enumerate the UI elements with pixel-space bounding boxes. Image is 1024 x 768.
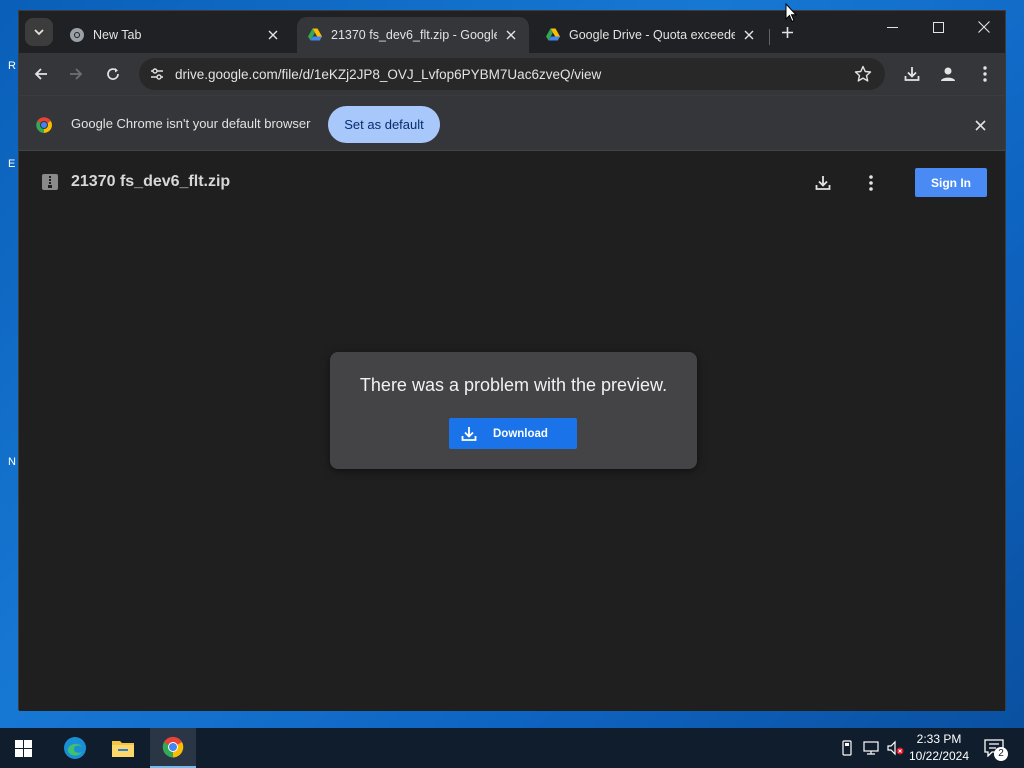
tab-search-button[interactable] [25,18,53,46]
file-name: 21370 fs_dev6_flt.zip [71,173,231,190]
download-button-label: Download [493,427,548,440]
chevron-down-icon [34,29,44,36]
kebab-menu-icon [983,66,987,82]
site-info-icon[interactable] [141,58,173,90]
system-clock[interactable]: 2:33 PM 10/22/2024 [906,731,972,765]
tab-title: 21370 fs_dev6_flt.zip - Google Drive [331,28,497,42]
back-button[interactable] [27,60,55,88]
clock-time: 2:33 PM [916,732,962,746]
chrome-icon [162,736,184,758]
url-text[interactable]: drive.google.com/file/d/1eKZj2JP8_OVJ_Lv… [175,67,601,82]
kebab-menu-icon [869,175,873,191]
tab-divider [769,29,770,45]
taskbar-file-explorer[interactable] [100,728,146,768]
sign-in-button[interactable]: Sign In [915,168,987,197]
new-tab-button[interactable] [776,21,798,43]
address-bar[interactable]: drive.google.com/file/d/1eKZj2JP8_OVJ_Lv… [139,58,885,90]
tab-quota-exceeded[interactable]: Google Drive - Quota exceeded [535,17,767,53]
chrome-icon [70,28,84,42]
desktop-icon-label: E [8,158,16,170]
forward-button[interactable] [62,60,90,88]
usb-device-icon[interactable] [838,739,856,757]
mouse-cursor-icon [785,3,797,23]
reload-button[interactable] [99,60,127,88]
tab-drive-file[interactable]: 21370 fs_dev6_flt.zip - Google Drive [297,17,529,53]
drive-header: 21370 fs_dev6_flt.zip Sign In [19,151,1005,215]
close-icon[interactable] [265,27,281,43]
windows-logo-icon [14,739,32,757]
set-as-default-button[interactable]: Set as default [328,106,440,143]
start-button[interactable] [0,728,46,768]
preview-error-message: There was a problem with the preview. [359,375,668,395]
close-icon[interactable] [971,116,989,134]
reload-icon [107,68,119,80]
edge-icon [64,737,86,759]
tab-title: Google Drive - Quota exceeded [569,28,735,42]
minimize-icon [886,26,898,28]
tab-title: New Tab [93,28,142,42]
taskbar-chrome[interactable] [150,728,196,768]
folder-icon [112,741,134,757]
drive-download-button[interactable] [809,169,837,197]
browser-toolbar: drive.google.com/file/d/1eKZj2JP8_OVJ_Lv… [19,53,1005,95]
network-icon[interactable] [862,739,880,757]
download-button[interactable]: Download [449,418,577,449]
zip-file-icon [42,174,58,190]
downloads-button[interactable] [898,60,926,88]
download-icon [815,176,831,190]
plus-icon [781,26,793,38]
tab-new-tab[interactable]: New Tab [59,17,291,53]
drive-viewer: 21370 fs_dev6_flt.zip Sign In There was … [19,151,1005,711]
maximize-icon [932,21,944,33]
volume-muted-icon[interactable] [886,739,904,757]
menu-button[interactable] [971,60,999,88]
action-center-button[interactable]: 2 [982,736,1008,761]
windows-taskbar: 2:33 PM 10/22/2024 2 [0,728,1024,768]
more-actions-button[interactable] [857,169,885,197]
notification-badge: 2 [994,747,1008,761]
minimize-button[interactable] [869,11,915,43]
download-icon [904,67,920,81]
desktop-icon-label: N [8,456,16,468]
maximize-button[interactable] [915,11,961,43]
arrow-right-icon [70,68,83,80]
infobar-message: Google Chrome isn't your default browser [71,116,311,131]
close-icon[interactable] [741,27,757,43]
default-browser-infobar: Google Chrome isn't your default browser… [19,95,1005,151]
google-drive-icon [546,28,560,41]
close-icon[interactable] [503,27,519,43]
bookmark-star-icon[interactable] [851,62,875,86]
clock-date: 10/22/2024 [908,749,970,763]
tab-strip: New Tab 21370 fs_dev6_flt.zip - Google D… [19,11,1005,53]
profile-button[interactable] [934,60,962,88]
chrome-logo-icon [36,117,52,133]
download-icon [459,424,479,444]
window-close-button[interactable] [961,11,1007,43]
preview-error-dialog: There was a problem with the preview. Do… [330,352,697,469]
taskbar-edge[interactable] [52,728,98,768]
google-drive-icon [308,28,322,41]
close-icon [978,21,990,33]
chrome-window: New Tab 21370 fs_dev6_flt.zip - Google D… [18,10,1006,711]
desktop-icon-label: R [8,60,16,72]
arrow-left-icon [34,68,47,80]
profile-icon [941,67,955,81]
